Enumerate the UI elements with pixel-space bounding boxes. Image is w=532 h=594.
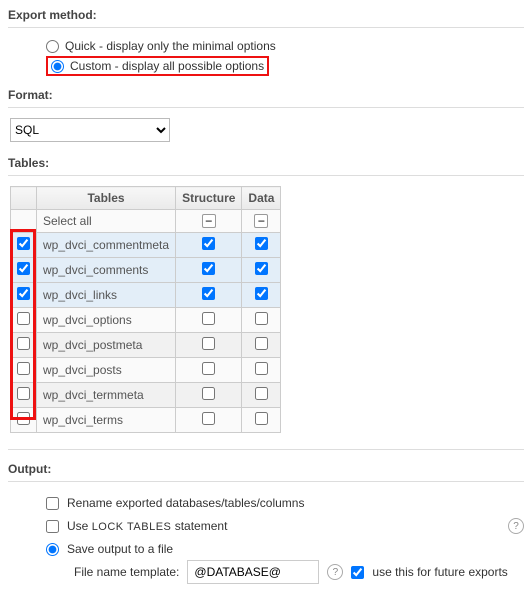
col-data: Data — [242, 187, 281, 210]
help-icon[interactable]: ? — [327, 564, 343, 580]
table-row[interactable]: wp_dvci_postmeta — [11, 333, 281, 358]
help-icon[interactable]: ? — [508, 518, 524, 534]
row-data[interactable] — [255, 237, 268, 250]
output-heading: Output: — [8, 458, 524, 482]
future-exports-label: use this for future exports — [372, 565, 507, 579]
table-row[interactable]: wp_dvci_links — [11, 283, 281, 308]
rename-label: Rename exported databases/tables/columns — [67, 496, 304, 510]
export-custom-label: Custom - display all possible options — [70, 59, 264, 73]
row-data[interactable] — [255, 262, 268, 275]
row-select[interactable] — [17, 287, 30, 300]
save-to-file-label: Save output to a file — [67, 542, 173, 556]
row-structure[interactable] — [202, 262, 215, 275]
row-structure[interactable] — [202, 312, 215, 325]
row-data[interactable] — [255, 362, 268, 375]
row-data[interactable] — [255, 337, 268, 350]
structure-toggle-all[interactable]: − — [202, 214, 216, 228]
tables-table: Tables Structure Data Select all − − wp_… — [10, 186, 281, 433]
export-custom-radio[interactable] — [51, 60, 64, 73]
row-data[interactable] — [255, 387, 268, 400]
row-select[interactable] — [17, 412, 30, 425]
file-template-input[interactable] — [187, 560, 319, 584]
table-row[interactable]: wp_dvci_options — [11, 308, 281, 333]
save-to-file-radio[interactable] — [46, 543, 59, 556]
row-structure[interactable] — [202, 287, 215, 300]
select-all-label[interactable]: Select all — [37, 210, 176, 233]
row-select[interactable] — [17, 387, 30, 400]
row-data[interactable] — [255, 287, 268, 300]
data-toggle-all[interactable]: − — [254, 214, 268, 228]
row-select[interactable] — [17, 312, 30, 325]
format-heading: Format: — [8, 84, 524, 108]
format-select[interactable]: SQL — [10, 118, 170, 142]
col-tables: Tables — [37, 187, 176, 210]
row-data[interactable] — [255, 312, 268, 325]
lock-tables-checkbox[interactable] — [46, 520, 59, 533]
table-row[interactable]: wp_dvci_comments — [11, 258, 281, 283]
row-select[interactable] — [17, 362, 30, 375]
row-structure[interactable] — [202, 387, 215, 400]
row-structure[interactable] — [202, 337, 215, 350]
col-structure: Structure — [176, 187, 242, 210]
row-structure[interactable] — [202, 412, 215, 425]
export-quick-label: Quick - display only the minimal options — [65, 39, 276, 53]
table-row: Select all − − — [11, 210, 281, 233]
table-row[interactable]: wp_dvci_commentmeta — [11, 233, 281, 258]
row-select[interactable] — [17, 262, 30, 275]
table-row[interactable]: wp_dvci_posts — [11, 358, 281, 383]
lock-tables-label: Use LOCK TABLES statement — [67, 519, 227, 533]
export-method-heading: Export method: — [8, 4, 524, 28]
row-structure[interactable] — [202, 362, 215, 375]
future-exports-checkbox[interactable] — [351, 566, 364, 579]
row-data[interactable] — [255, 412, 268, 425]
export-custom-highlight: Custom - display all possible options — [46, 56, 269, 76]
export-quick-radio[interactable] — [46, 40, 59, 53]
row-select[interactable] — [17, 237, 30, 250]
tables-heading: Tables: — [8, 152, 524, 176]
table-row[interactable]: wp_dvci_termmeta — [11, 383, 281, 408]
table-row[interactable]: wp_dvci_terms — [11, 408, 281, 433]
rename-checkbox[interactable] — [46, 497, 59, 510]
row-select[interactable] — [17, 337, 30, 350]
row-structure[interactable] — [202, 237, 215, 250]
file-template-label: File name template: — [74, 565, 179, 579]
